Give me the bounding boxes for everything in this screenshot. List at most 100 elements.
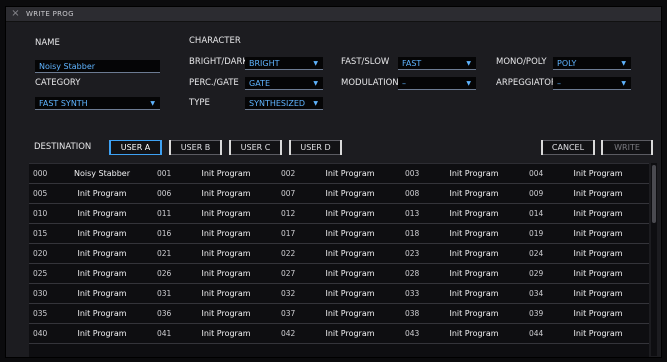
- program-slot[interactable]: 011 Init Program: [153, 204, 277, 223]
- fast-slow-label: FAST/SLOW: [341, 57, 390, 67]
- program-slot[interactable]: 006 Init Program: [153, 184, 277, 203]
- program-slot[interactable]: 030 Init Program: [29, 284, 153, 303]
- perc-gate-select[interactable]: GATE ▼: [245, 77, 323, 90]
- program-name: Init Program: [449, 309, 499, 318]
- scrollbar[interactable]: [651, 163, 657, 356]
- close-icon[interactable]: ×: [10, 8, 21, 19]
- program-slot[interactable]: 007 Init Program: [277, 184, 401, 203]
- program-slot[interactable]: 009 Init Program: [525, 184, 649, 203]
- user-d-button[interactable]: USER D: [289, 140, 342, 155]
- table-row: 035 Init Program 036 Init Program 037 Init Pr…: [29, 304, 649, 324]
- program-slot[interactable]: 018 Init Program: [401, 224, 525, 243]
- program-slot[interactable]: 017 Init Program: [277, 224, 401, 243]
- category-value: FAST SYNTH: [39, 99, 88, 108]
- program-number: 034: [529, 289, 544, 298]
- cancel-button[interactable]: CANCEL: [541, 140, 595, 155]
- program-slot[interactable]: 025 Init Program: [29, 264, 153, 283]
- program-slot[interactable]: 042 Init Program: [277, 324, 401, 343]
- program-slot[interactable]: 040 Init Program: [29, 324, 153, 343]
- type-select[interactable]: SYNTHESIZED ▼: [245, 97, 323, 110]
- program-name: Init Program: [201, 329, 251, 338]
- program-slot[interactable]: 008 Init Program: [401, 184, 525, 203]
- user-c-button[interactable]: USER C: [229, 140, 282, 155]
- program-slot[interactable]: 003 Init Program: [401, 164, 525, 183]
- program-slot[interactable]: 041 Init Program: [153, 324, 277, 343]
- user-a-button[interactable]: USER A: [109, 140, 162, 155]
- program-slot[interactable]: 020 Init Program: [29, 244, 153, 263]
- program-name: Init Program: [325, 189, 375, 198]
- modulation-value: –: [402, 79, 406, 88]
- chevron-down-icon: ▼: [150, 100, 155, 107]
- program-slot[interactable]: 043 Init Program: [401, 324, 525, 343]
- category-select[interactable]: FAST SYNTH ▼: [35, 97, 160, 110]
- program-slot[interactable]: 032 Init Program: [277, 284, 401, 303]
- table-row: 015 Init Program 016 Init Program 017 Init Pr…: [29, 224, 649, 244]
- program-number: 033: [405, 289, 420, 298]
- table-row: 025 Init Program 026 Init Program 027 Init Pr…: [29, 264, 649, 284]
- program-slot[interactable]: 021 Init Program: [153, 244, 277, 263]
- program-slot[interactable]: 029 Init Program: [525, 264, 649, 283]
- program-name: Init Program: [325, 269, 375, 278]
- program-slot[interactable]: 004 Init Program: [525, 164, 649, 183]
- program-slot[interactable]: 012 Init Program: [277, 204, 401, 223]
- program-number: 038: [405, 309, 420, 318]
- chevron-down-icon: ▼: [313, 100, 318, 107]
- arpeggiator-select[interactable]: – ▼: [553, 77, 631, 90]
- program-slot[interactable]: 038 Init Program: [401, 304, 525, 323]
- program-number: 039: [529, 309, 544, 318]
- program-number: 012: [281, 209, 296, 218]
- fast-slow-select[interactable]: FAST ▼: [398, 57, 476, 70]
- program-name: Init Program: [77, 229, 127, 238]
- program-slot[interactable]: 026 Init Program: [153, 264, 277, 283]
- user-b-button[interactable]: USER B: [169, 140, 222, 155]
- program-name: Init Program: [77, 189, 127, 198]
- program-slot[interactable]: 027 Init Program: [277, 264, 401, 283]
- perc-gate-label: PERC./GATE: [189, 78, 239, 88]
- program-slot[interactable]: 016 Init Program: [153, 224, 277, 243]
- program-slot[interactable]: 001 Init Program: [153, 164, 277, 183]
- modulation-select[interactable]: – ▼: [398, 77, 476, 90]
- program-name: Init Program: [77, 209, 127, 218]
- program-slot[interactable]: 000 Noisy Stabber: [29, 164, 153, 183]
- program-name: Init Program: [573, 229, 623, 238]
- program-slot[interactable]: 035 Init Program: [29, 304, 153, 323]
- program-slot[interactable]: 034 Init Program: [525, 284, 649, 303]
- program-slot[interactable]: 023 Init Program: [401, 244, 525, 263]
- program-name: Init Program: [449, 329, 499, 338]
- program-number: 044: [529, 329, 544, 338]
- program-slot[interactable]: 039 Init Program: [525, 304, 649, 323]
- program-slot[interactable]: 037 Init Program: [277, 304, 401, 323]
- scrollbar-thumb[interactable]: [652, 165, 656, 223]
- modulation-label: MODULATION: [341, 78, 399, 88]
- program-name: Init Program: [573, 309, 623, 318]
- program-number: 032: [281, 289, 296, 298]
- program-slot[interactable]: 002 Init Program: [277, 164, 401, 183]
- program-slot[interactable]: 022 Init Program: [277, 244, 401, 263]
- program-slot[interactable]: 005 Init Program: [29, 184, 153, 203]
- program-number: 013: [405, 209, 420, 218]
- program-slot[interactable]: 044 Init Program: [525, 324, 649, 343]
- program-slot[interactable]: 014 Init Program: [525, 204, 649, 223]
- program-slot[interactable]: 015 Init Program: [29, 224, 153, 243]
- program-slot[interactable]: 019 Init Program: [525, 224, 649, 243]
- program-slot[interactable]: 028 Init Program: [401, 264, 525, 283]
- program-name: Init Program: [325, 329, 375, 338]
- program-name: Init Program: [573, 269, 623, 278]
- mono-poly-select[interactable]: POLY ▼: [553, 57, 631, 70]
- write-button[interactable]: WRITE: [601, 140, 653, 155]
- program-name: Init Program: [325, 229, 375, 238]
- program-name: Init Program: [573, 249, 623, 258]
- mono-poly-label: MONO/POLY: [496, 57, 547, 67]
- name-field[interactable]: Noisy Stabber: [35, 60, 160, 73]
- program-slot[interactable]: 024 Init Program: [525, 244, 649, 263]
- program-slot[interactable]: 013 Init Program: [401, 204, 525, 223]
- program-slot[interactable]: 031 Init Program: [153, 284, 277, 303]
- program-number: 019: [529, 229, 544, 238]
- program-slot[interactable]: 010 Init Program: [29, 204, 153, 223]
- bright-dark-select[interactable]: BRIGHT ▼: [245, 57, 323, 70]
- program-name: Init Program: [573, 209, 623, 218]
- dialog-title: WRITE PROG: [26, 10, 74, 18]
- program-name: Init Program: [201, 309, 251, 318]
- program-slot[interactable]: 033 Init Program: [401, 284, 525, 303]
- program-slot[interactable]: 036 Init Program: [153, 304, 277, 323]
